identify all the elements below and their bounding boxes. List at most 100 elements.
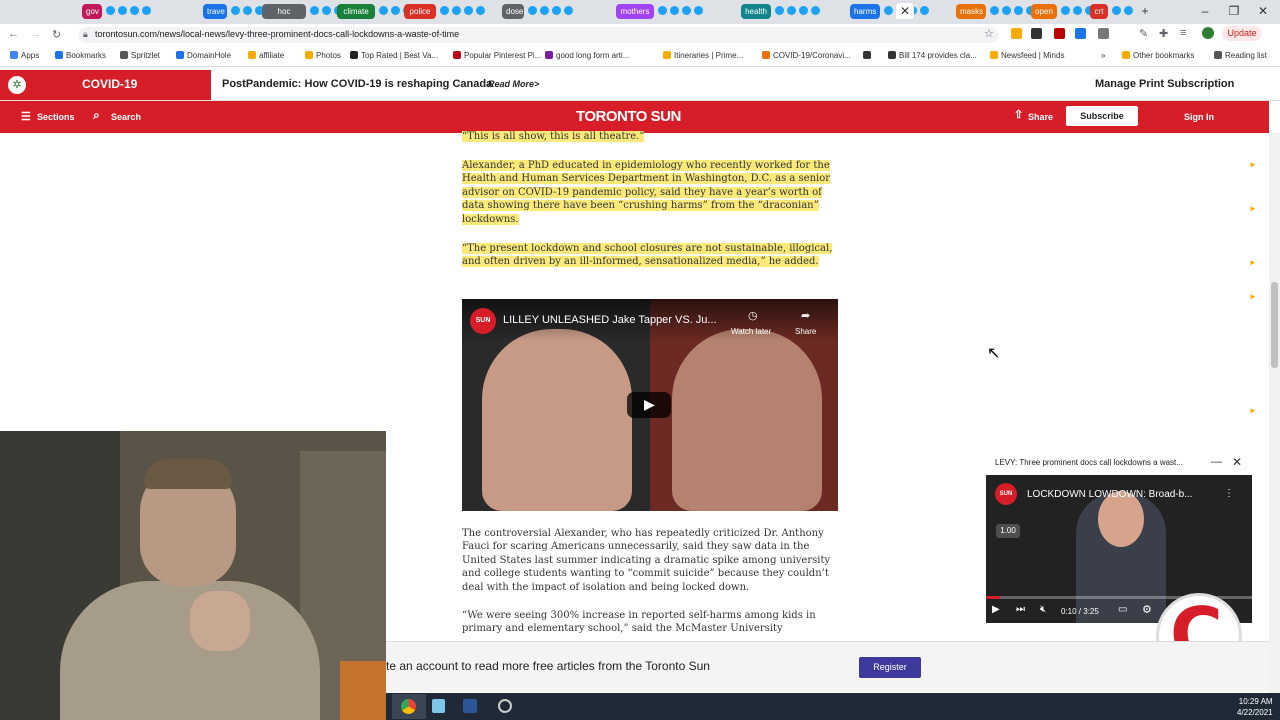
lock-icon[interactable]: 🔒︎ — [83, 29, 88, 40]
twitter-tab-icon[interactable] — [1112, 6, 1121, 15]
next-icon[interactable]: ⏭ — [1016, 604, 1025, 615]
twitter-tab-icon[interactable] — [884, 6, 893, 15]
twitter-tab-icon[interactable] — [799, 6, 808, 15]
playback-speed-badge[interactable]: 1.00 — [996, 524, 1020, 538]
twitter-tab-icon[interactable] — [476, 6, 485, 15]
bookmark-item[interactable]: DomainHole — [176, 51, 231, 60]
twitter-tab-icon[interactable] — [920, 6, 929, 15]
twitter-tab-icon[interactable] — [322, 6, 331, 15]
video-title[interactable]: LILLEY UNLEASHED Jake Tapper VS. Ju... — [503, 314, 717, 326]
mini-video-title[interactable]: LOCKDOWN LOWDOWN: Broad-b... — [1027, 489, 1193, 500]
tab-group-open[interactable]: open — [1031, 4, 1057, 19]
active-tab-close-icon[interactable]: ✕ — [896, 3, 914, 19]
twitter-tab-icon[interactable] — [118, 6, 127, 15]
watch-later-label[interactable]: Watch later — [731, 327, 771, 336]
bookmark-item[interactable] — [863, 51, 874, 60]
update-button[interactable]: Update — [1222, 26, 1262, 41]
twitter-tab-icon[interactable] — [452, 6, 461, 15]
mini-channel-avatar[interactable]: SUN — [995, 483, 1017, 505]
twitter-tab-icon[interactable] — [787, 6, 796, 15]
covid-label[interactable]: COVID-19 — [82, 77, 137, 91]
bookmark-item[interactable]: Bill 174 provides cla... — [888, 51, 977, 60]
sign-in-button[interactable]: Sign In — [1184, 112, 1214, 122]
mini-play-icon[interactable]: ▶ — [992, 604, 1000, 615]
sections-button[interactable]: Sections — [37, 112, 75, 122]
more-bookmarks-icon[interactable]: » — [1101, 51, 1105, 60]
bookmark-item[interactable]: Newsfeed | Minds — [990, 51, 1064, 60]
twitter-tab-icon[interactable] — [243, 6, 252, 15]
twitter-tab-icon[interactable] — [1002, 6, 1011, 15]
tab-favicons[interactable] — [106, 6, 151, 17]
twitter-tab-icon[interactable] — [464, 6, 473, 15]
twitter-tab-icon[interactable] — [811, 6, 820, 15]
read-more-link[interactable]: Read More> — [488, 79, 539, 89]
new-tab-icon[interactable]: + — [1136, 3, 1154, 19]
forward-icon[interactable]: → — [30, 28, 41, 40]
notepad-icon[interactable] — [432, 699, 445, 713]
pen-icon[interactable]: ✎ — [1139, 27, 1148, 40]
bookmark-item[interactable]: Spritzlet — [120, 51, 160, 60]
tab-group-gov[interactable]: gov — [82, 4, 102, 19]
video-share-label[interactable]: Share — [795, 327, 816, 336]
share-icon[interactable]: ⇧ — [1014, 108, 1023, 121]
twitter-tab-icon[interactable] — [694, 6, 703, 15]
twitter-tab-icon[interactable] — [564, 6, 573, 15]
tab-favicons[interactable] — [775, 6, 820, 17]
twitter-tab-icon[interactable] — [528, 6, 537, 15]
share-button[interactable]: Share — [1028, 112, 1053, 122]
twitter-tab-icon[interactable] — [130, 6, 139, 15]
twitter-tab-icon[interactable] — [1061, 6, 1070, 15]
twitter-tab-icon[interactable] — [440, 6, 449, 15]
bookmark-item[interactable]: Photos — [305, 51, 341, 60]
taskbar-app-icon[interactable] — [463, 699, 477, 713]
menu-icon[interactable]: ☰ — [21, 110, 31, 123]
twitter-tab-icon[interactable] — [658, 6, 667, 15]
play-icon[interactable]: ▶ — [644, 396, 655, 413]
site-logo[interactable]: TORONTO SUN — [576, 108, 681, 125]
tab-group-health[interactable]: health — [741, 4, 771, 19]
twitter-tab-icon[interactable] — [142, 6, 151, 15]
twitter-tab-icon[interactable] — [310, 6, 319, 15]
close-window-icon[interactable]: ✕ — [1254, 3, 1272, 19]
scrollbar-thumb[interactable] — [1271, 282, 1278, 368]
close-icon[interactable]: ✕ — [1232, 455, 1242, 469]
tab-group-police[interactable]: police — [404, 4, 436, 19]
extension-grey-icon[interactable] — [1098, 28, 1109, 39]
captions-icon[interactable]: ▭ — [1118, 604, 1127, 615]
tab-group-masks[interactable]: masks — [956, 4, 986, 19]
tab-group-mothers[interactable]: mothers — [616, 4, 654, 19]
twitter-tab-icon[interactable] — [1014, 6, 1023, 15]
settings-gear-icon[interactable]: ⚙ — [1142, 603, 1152, 616]
extension-icon[interactable] — [1011, 28, 1022, 39]
twitter-tab-icon[interactable] — [1124, 6, 1133, 15]
other-bookmarks[interactable]: Other bookmarks — [1122, 51, 1194, 60]
tab-favicons[interactable] — [990, 6, 1035, 17]
twitter-tab-icon[interactable] — [391, 6, 400, 15]
tab-favicons[interactable] — [440, 6, 485, 17]
bookmark-item[interactable]: Top Rated | Best Va... — [350, 51, 438, 60]
clock-icon[interactable]: ◷ — [748, 309, 758, 322]
bookmark-item[interactable]: good long form arti... — [545, 51, 629, 60]
tab-group-hoc-nudes[interactable]: hoc nudes — [262, 4, 306, 31]
search-icon[interactable]: ⌕ — [93, 108, 100, 123]
url-text[interactable]: torontosun.com/news/local-news/levy-thre… — [95, 29, 459, 39]
bookmark-item[interactable]: Bookmarks — [55, 51, 106, 60]
extension-gmail-icon[interactable] — [1054, 28, 1065, 39]
tab-favicons[interactable] — [528, 6, 573, 17]
profile-avatar[interactable] — [1202, 27, 1214, 39]
chrome-icon[interactable] — [401, 699, 416, 714]
channel-avatar[interactable]: SUN — [470, 308, 496, 334]
mini-player-title[interactable]: LEVY: Three prominent docs call lockdown… — [995, 458, 1183, 467]
obs-icon[interactable] — [498, 699, 512, 713]
share-arrow-icon[interactable]: ➦ — [801, 309, 810, 322]
bookmark-item[interactable]: Popular Pinterest Pi... — [453, 51, 541, 60]
extension-m-icon[interactable] — [1031, 28, 1042, 39]
more-options-icon[interactable]: ⋮ — [1224, 488, 1234, 499]
twitter-tab-icon[interactable] — [990, 6, 999, 15]
tab-group-dose[interactable]: dose — [502, 4, 524, 19]
bookmark-star-icon[interactable]: ☆ — [984, 27, 994, 40]
twitter-tab-icon[interactable] — [379, 6, 388, 15]
mute-icon[interactable]: 🔇︎ — [1040, 604, 1046, 615]
minimize-icon[interactable]: — — [1211, 456, 1222, 468]
twitter-tab-icon[interactable] — [552, 6, 561, 15]
